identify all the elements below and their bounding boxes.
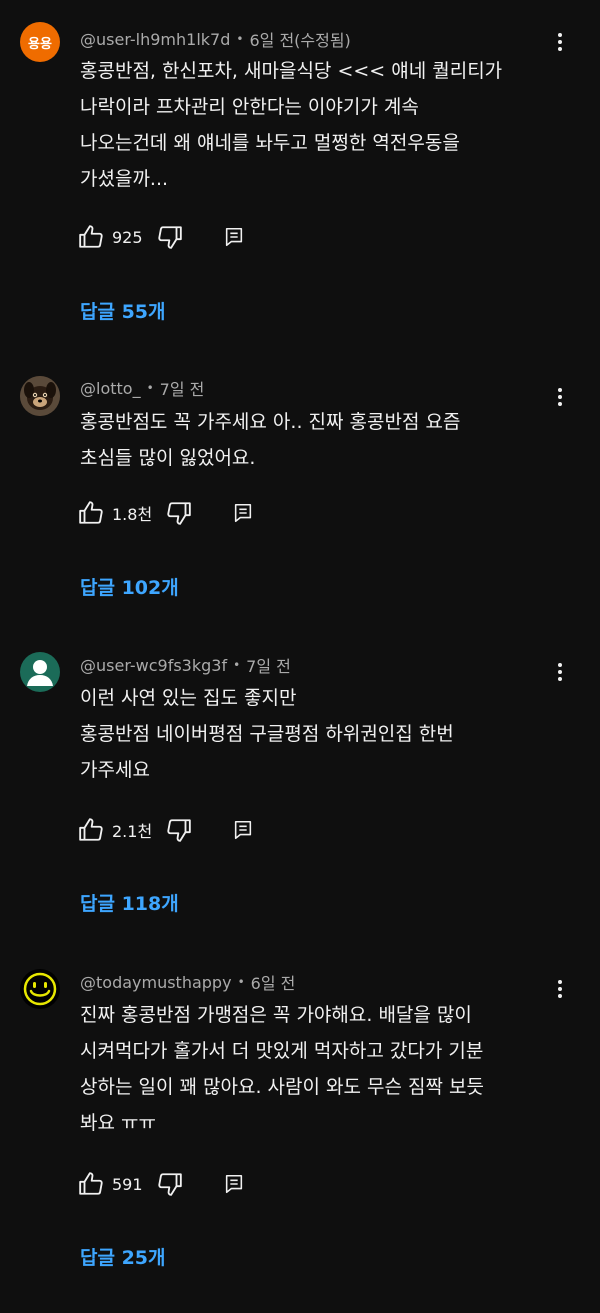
thumbs-down-icon[interactable] (166, 500, 192, 526)
avatar[interactable]: 용용 (20, 22, 60, 62)
separator-dot: • (236, 32, 244, 46)
comment-actions: 925 (78, 222, 245, 252)
avatar[interactable] (20, 376, 60, 416)
reply-icon[interactable] (232, 502, 254, 524)
like-button[interactable]: 591 (78, 1171, 157, 1197)
thumbs-up-icon (79, 501, 103, 524)
comment-actions: 591 (78, 1169, 245, 1199)
like-count: 591 (112, 1174, 143, 1194)
more-options-icon[interactable] (548, 385, 572, 409)
smiley-icon (23, 972, 57, 1006)
comment-time: 6일 전 (250, 974, 296, 993)
comment-author[interactable]: @user-wc9fs3kg3f (80, 656, 227, 675)
comment-time: 6일 전(수정됨) (249, 31, 351, 50)
more-options-icon[interactable] (548, 660, 572, 684)
comment-time: 7일 전 (246, 657, 291, 676)
thumbs-up-icon (79, 225, 103, 248)
comment-author[interactable]: @lotto_ (80, 379, 141, 398)
reply-icon[interactable] (232, 819, 254, 841)
like-count: 925 (112, 227, 143, 247)
comment-author[interactable]: @user-lh9mh1lk7d (80, 30, 230, 49)
comment-text: 진짜 홍콩반점 가맹점은 꼭 가야해요. 배달을 많이 시켜먹다가 홀가서 더 … (80, 1004, 484, 1134)
comment-meta: @user-lh9mh1lk7d • 6일 전(수정됨) (80, 27, 351, 51)
thumbs-down-icon[interactable] (166, 817, 192, 843)
view-replies-button[interactable]: 답글 55개 (80, 297, 166, 324)
separator-dot: • (233, 658, 241, 672)
comment-text: 이런 사연 있는 집도 좋지만 홍콩반점 네이버평점 구글평점 하위권인집 한번… (80, 687, 454, 781)
view-replies-button[interactable]: 답글 25개 (80, 1243, 166, 1270)
comment-time: 7일 전 (159, 380, 205, 399)
reply-icon[interactable] (223, 226, 245, 248)
like-button[interactable]: 925 (78, 224, 157, 250)
like-count: 2.1천 (112, 822, 153, 841)
person-icon (27, 660, 53, 686)
more-options-icon[interactable] (548, 977, 572, 1001)
like-button[interactable]: 1.8천 (78, 500, 166, 526)
reply-icon[interactable] (223, 1173, 245, 1195)
view-replies-button[interactable]: 답글 102개 (80, 573, 179, 600)
thumbs-down-icon[interactable] (157, 1171, 183, 1197)
comment-meta: @lotto_ • 7일 전 (80, 376, 204, 400)
thumbs-up-icon (79, 818, 103, 841)
separator-dot: • (237, 975, 245, 989)
comment-meta: @todaymusthappy • 6일 전 (80, 970, 295, 994)
thumbs-down-icon[interactable] (157, 224, 183, 250)
separator-dot: • (146, 381, 154, 395)
dog-avatar-icon (20, 376, 60, 416)
more-options-icon[interactable] (548, 30, 572, 54)
avatar[interactable] (20, 969, 60, 1009)
avatar-initials: 용용 (28, 36, 52, 52)
like-count: 1.8천 (112, 505, 153, 524)
comment-actions: 2.1천 (78, 815, 254, 845)
comment-text: 홍콩반점도 꼭 가주세요 아.. 진짜 홍콩반점 요즘 초심들 많이 잃었어요. (80, 411, 461, 469)
comment-author[interactable]: @todaymusthappy (80, 973, 232, 992)
thumbs-up-icon (79, 1172, 103, 1195)
comment-text: 홍콩반점, 한신포차, 새마을식당 <<< 얘네 퀄리티가 나락이라 프차관리 … (80, 60, 503, 190)
comment-actions: 1.8천 (78, 498, 254, 528)
comment-meta: @user-wc9fs3kg3f • 7일 전 (80, 653, 291, 677)
avatar[interactable] (20, 652, 60, 692)
view-replies-button[interactable]: 답글 118개 (80, 889, 179, 916)
like-button[interactable]: 2.1천 (78, 817, 166, 843)
